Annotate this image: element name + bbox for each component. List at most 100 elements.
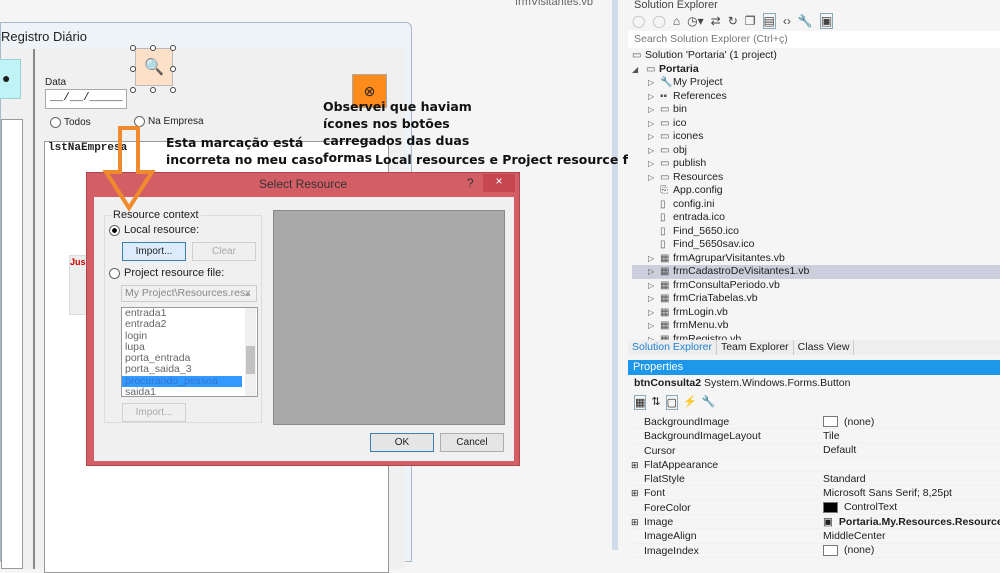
property-value[interactable]: MiddleCenter: [823, 529, 885, 542]
tree-item[interactable]: ▷ ▦ frmConsultaPeriodo.vb: [632, 279, 1000, 293]
add-user-button[interactable]: ●: [0, 59, 21, 99]
tree-item[interactable]: ▷ ▦ frmCadastroDeVisitantes1.vb: [632, 265, 1000, 279]
collapse-all-icon[interactable]: ❐: [745, 14, 756, 28]
help-button[interactable]: ?: [467, 176, 474, 190]
events-icon[interactable]: ⚡: [683, 395, 697, 410]
property-value[interactable]: Standard: [823, 472, 866, 485]
resource-list-scrollbar[interactable]: [245, 308, 256, 396]
property-value[interactable]: (none): [844, 415, 874, 428]
expand-icon[interactable]: ▷: [648, 144, 660, 158]
property-row[interactable]: ⊞ Image ▣ Portaria.My.Resources.Resources.p…: [628, 515, 1000, 530]
tree-item[interactable]: ▷ ▦ frmLogin.vb: [632, 306, 1000, 320]
tree-item[interactable]: ▷ ▭ ico: [632, 117, 1000, 131]
expand-icon[interactable]: ▷: [648, 117, 660, 131]
solution-search-input[interactable]: Search Solution Explorer (Ctrl+ç): [628, 31, 1000, 48]
left-listbox[interactable]: [1, 119, 23, 569]
back-icon[interactable]: ◯: [632, 14, 645, 28]
expand-plus-icon[interactable]: ⊞: [631, 515, 639, 529]
resize-handle[interactable]: [170, 66, 176, 72]
expand-icon[interactable]: ▷: [648, 157, 660, 171]
expand-icon[interactable]: ▷: [648, 265, 660, 279]
expand-icon[interactable]: ▷: [648, 171, 660, 185]
tree-item[interactable]: ▯ config.ini: [632, 198, 1000, 212]
import-project-button[interactable]: Import...: [122, 403, 186, 422]
document-tab[interactable]: frmVisitantes.vb: [515, 0, 593, 8]
refresh-icon[interactable]: ↻: [728, 14, 738, 28]
cancel-button[interactable]: Cancel: [440, 433, 504, 452]
property-value[interactable]: Microsoft Sans Serif; 8,25pt: [823, 486, 952, 499]
radio-all[interactable]: [50, 117, 61, 128]
tree-item[interactable]: ▷ ▭ icones: [632, 130, 1000, 144]
date-input[interactable]: __/__/_____: [45, 89, 127, 109]
tree-item[interactable]: ▯ Find_5650sav.ico: [632, 238, 1000, 252]
expand-plus-icon[interactable]: ⊞: [631, 486, 639, 500]
tree-item[interactable]: ▷ ▭ publish: [632, 157, 1000, 171]
tree-item[interactable]: ▷ ▪▪ References: [632, 90, 1000, 104]
properties-view-icon[interactable]: ▢: [665, 395, 679, 410]
home-icon[interactable]: ⌂: [673, 14, 680, 28]
property-row[interactable]: ⊞ Font Microsoft Sans Serif; 8,25pt: [628, 486, 1000, 501]
resource-item[interactable]: entrada2: [122, 319, 257, 330]
property-row[interactable]: Cursor Default: [628, 444, 1000, 458]
properties-icon[interactable]: 🔧: [798, 14, 813, 28]
tab-team-explorer[interactable]: Team Explorer: [717, 340, 794, 355]
resize-handle[interactable]: [150, 45, 156, 51]
property-row[interactable]: FlatStyle Standard: [628, 472, 1000, 487]
show-all-files-icon[interactable]: ▤: [762, 13, 776, 29]
import-local-button[interactable]: Import...: [122, 242, 186, 261]
property-value[interactable]: Portaria.My.Resources.Resources.pro: [839, 515, 1000, 528]
project-node[interactable]: ◢ ▭ Portaria: [632, 63, 1000, 77]
tree-item[interactable]: ▷ ▭ bin: [632, 103, 1000, 117]
property-pages-icon[interactable]: 🔧: [702, 395, 716, 410]
resize-handle[interactable]: [170, 45, 176, 51]
resource-item[interactable]: saida1: [122, 386, 257, 396]
property-value[interactable]: Tile: [823, 429, 840, 442]
project-resource-radio[interactable]: [109, 268, 120, 279]
resize-handle[interactable]: [130, 66, 136, 72]
expand-icon[interactable]: ▷: [648, 130, 660, 144]
property-row[interactable]: ForeColor ControlText: [628, 501, 1000, 516]
property-value[interactable]: (none): [844, 544, 874, 557]
tree-item[interactable]: ▷ ▦ frmMenu.vb: [632, 319, 1000, 333]
expand-icon[interactable]: ▷: [648, 103, 660, 117]
expand-icon[interactable]: ▷: [648, 76, 660, 90]
tab-solution-explorer[interactable]: Solution Explorer: [628, 340, 717, 355]
tree-item[interactable]: ▷ ▭ Resources: [632, 171, 1000, 185]
tree-item[interactable]: ▷ ▦ frmAgruparVisitantes.vb: [632, 252, 1000, 266]
local-resource-radio[interactable]: [109, 225, 120, 236]
resource-list[interactable]: entrada1 entrada2 login lupa porta_entrada po…: [121, 307, 258, 397]
resize-handle[interactable]: [150, 87, 156, 93]
editor-scrollbar[interactable]: [612, 0, 618, 550]
collapse-icon[interactable]: ◢: [632, 63, 644, 77]
view-code-icon[interactable]: ‹›: [783, 14, 791, 28]
resize-handle[interactable]: [130, 45, 136, 51]
sync-icon[interactable]: ⇄: [711, 14, 721, 28]
tree-item[interactable]: ▷ 🔧My Project: [632, 76, 1000, 90]
tree-item[interactable]: ▷ ▦ frmCriaTabelas.vb: [632, 292, 1000, 306]
resize-handle[interactable]: [170, 87, 176, 93]
history-icon[interactable]: ◷▾: [687, 14, 704, 28]
property-row[interactable]: ImageAlign MiddleCenter: [628, 529, 1000, 544]
expand-icon[interactable]: ▷: [648, 292, 660, 306]
tree-item[interactable]: ⎘ App.config: [632, 184, 1000, 198]
solution-node[interactable]: ▭ Solution 'Portaria' (1 project): [632, 49, 1000, 63]
property-row[interactable]: BackgroundImage (none): [628, 415, 1000, 430]
expand-icon[interactable]: ▷: [648, 252, 660, 266]
scroll-thumb[interactable]: [246, 346, 255, 374]
alphabetical-icon[interactable]: ⇅: [651, 395, 660, 410]
properties-object[interactable]: btnConsulta2 System.Windows.Forms.Button: [634, 377, 850, 389]
expand-icon[interactable]: ▷: [648, 279, 660, 293]
property-row[interactable]: ImageIndex (none): [628, 544, 1000, 558]
tree-item[interactable]: ▷ ▭ obj: [632, 144, 1000, 158]
expand-plus-icon[interactable]: ⊞: [631, 458, 639, 472]
search-button[interactable]: 🔍: [135, 48, 173, 86]
tab-class-view[interactable]: Class View: [794, 340, 855, 355]
categorized-icon[interactable]: ▦: [634, 395, 647, 410]
expand-icon[interactable]: ▷: [648, 90, 660, 104]
tree-item[interactable]: ▯ Find_5650.ico: [632, 225, 1000, 239]
resx-file-select[interactable]: My Project\Resources.resx ⌄: [121, 285, 257, 302]
ok-button[interactable]: OK: [370, 433, 434, 452]
tree-item[interactable]: ▯ entrada.ico: [632, 211, 1000, 225]
dialog-close-button[interactable]: ×: [483, 174, 515, 192]
expand-icon[interactable]: ▷: [648, 319, 660, 333]
